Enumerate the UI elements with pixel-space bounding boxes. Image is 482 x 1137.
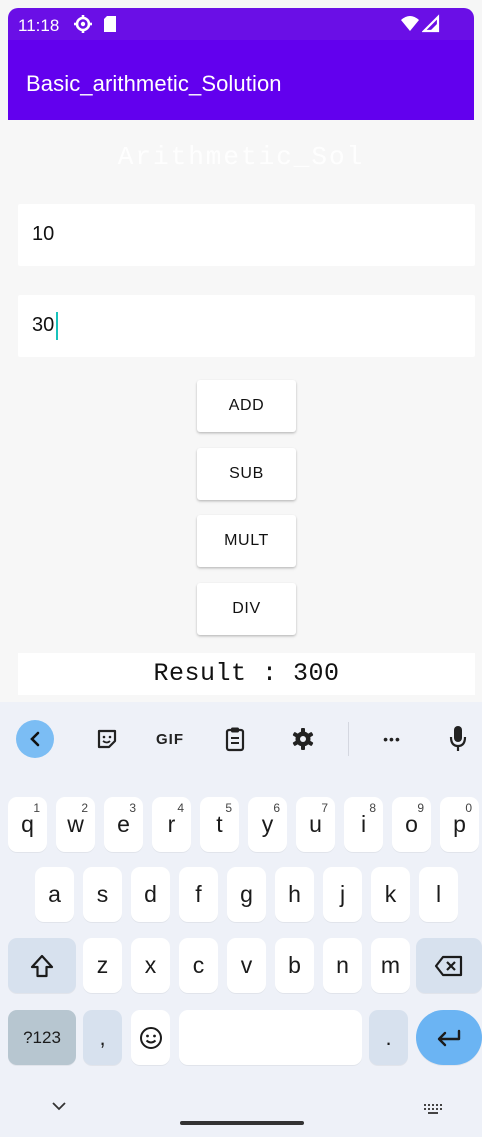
key-label: e xyxy=(117,811,130,837)
hide-keyboard-chevron-icon[interactable] xyxy=(50,1100,68,1112)
key-x[interactable]: x xyxy=(131,938,170,993)
second-number-value: 30 xyxy=(32,314,55,336)
keyboard-switch-icon[interactable] xyxy=(423,1103,445,1115)
status-time: 11:18 xyxy=(18,16,60,35)
key-i[interactable]: i8 xyxy=(344,797,383,852)
key-t[interactable]: t5 xyxy=(200,797,239,852)
more-options-button[interactable]: ••• xyxy=(373,722,411,756)
key-hint: 9 xyxy=(417,801,424,815)
result-text: Result : 300 xyxy=(18,653,475,695)
enter-icon xyxy=(437,1029,461,1046)
sd-card-icon xyxy=(104,16,116,32)
key-l[interactable]: l xyxy=(419,867,458,922)
voice-input-button[interactable] xyxy=(441,722,475,756)
key-w[interactable]: w2 xyxy=(56,797,95,852)
key-hint: 6 xyxy=(273,801,280,815)
key-e[interactable]: e3 xyxy=(104,797,143,852)
key-label: i xyxy=(360,811,367,837)
signal-icon xyxy=(422,14,440,33)
key-q[interactable]: q1 xyxy=(8,797,47,852)
sticker-button[interactable] xyxy=(90,722,124,756)
key-hint: 0 xyxy=(465,801,472,815)
backspace-icon xyxy=(434,955,463,976)
key-j[interactable]: j xyxy=(323,867,362,922)
key-label: w xyxy=(67,811,84,837)
wifi-icon xyxy=(401,16,419,31)
key-y[interactable]: y6 xyxy=(248,797,287,852)
keyboard-settings-button[interactable] xyxy=(286,722,320,756)
key-f[interactable]: f xyxy=(179,867,218,922)
key-m[interactable]: m xyxy=(371,938,410,993)
collapse-toolbar-button[interactable] xyxy=(16,720,54,758)
key-v[interactable]: v xyxy=(227,938,266,993)
key-label: q xyxy=(21,811,34,837)
key-o[interactable]: o9 xyxy=(392,797,431,852)
sub-button[interactable]: SUB xyxy=(197,448,296,500)
key-z[interactable]: z xyxy=(83,938,122,993)
key-hint: 4 xyxy=(177,801,184,815)
shift-icon xyxy=(30,954,54,977)
clipboard-icon xyxy=(225,727,245,752)
mult-button[interactable]: MULT xyxy=(197,515,296,567)
microphone-icon xyxy=(449,726,467,751)
sticker-icon xyxy=(97,729,117,749)
key-k[interactable]: k xyxy=(371,867,410,922)
key-p[interactable]: p0 xyxy=(440,797,479,852)
key-label: o xyxy=(405,811,418,837)
gear-icon xyxy=(292,728,314,750)
main-content: Arithmetic_Sol 10 30 ADD SUB MULT DIV Re… xyxy=(0,120,482,702)
key-hint: 7 xyxy=(321,801,328,815)
key-label: u xyxy=(309,811,322,837)
emoji-key[interactable] xyxy=(131,1010,170,1065)
clipboard-button[interactable] xyxy=(218,722,252,756)
page-heading: Arithmetic_Sol xyxy=(117,142,365,172)
app-bar: Basic_arithmetic_Solution xyxy=(8,40,474,120)
symbols-key[interactable]: ?123 xyxy=(8,1010,76,1065)
gif-button[interactable]: GIF xyxy=(151,722,189,756)
key-h[interactable]: h xyxy=(275,867,314,922)
shift-key[interactable] xyxy=(8,938,76,993)
settings-status-icon xyxy=(74,15,92,33)
key-a[interactable]: a xyxy=(35,867,74,922)
emoji-icon xyxy=(139,1026,162,1049)
key-hint: 5 xyxy=(225,801,232,815)
key-label: p xyxy=(453,811,466,837)
key-d[interactable]: d xyxy=(131,867,170,922)
home-gesture-bar[interactable] xyxy=(180,1121,304,1125)
toolbar-divider xyxy=(348,722,349,756)
chevron-left-icon xyxy=(30,731,40,747)
comma-key[interactable]: , xyxy=(83,1010,122,1065)
first-number-input[interactable]: 10 xyxy=(18,204,475,266)
key-hint: 8 xyxy=(369,801,376,815)
backspace-key[interactable] xyxy=(416,938,482,993)
app-title: Basic_arithmetic_Solution xyxy=(26,71,282,96)
key-s[interactable]: s xyxy=(83,867,122,922)
text-cursor xyxy=(56,312,58,340)
key-b[interactable]: b xyxy=(275,938,314,993)
div-button[interactable]: DIV xyxy=(197,583,296,635)
key-n[interactable]: n xyxy=(323,938,362,993)
status-bar: 11:18 xyxy=(8,8,474,40)
period-key[interactable]: . xyxy=(369,1010,408,1065)
second-number-input[interactable]: 30 xyxy=(18,295,475,357)
key-hint: 1 xyxy=(33,801,40,815)
key-label: t xyxy=(216,811,223,837)
add-button[interactable]: ADD xyxy=(197,380,296,432)
key-u[interactable]: u7 xyxy=(296,797,335,852)
key-r[interactable]: r4 xyxy=(152,797,191,852)
key-hint: 2 xyxy=(81,801,88,815)
enter-key[interactable] xyxy=(416,1010,482,1065)
first-number-value: 10 xyxy=(32,223,55,245)
key-label: r xyxy=(167,811,176,837)
key-g[interactable]: g xyxy=(227,867,266,922)
key-hint: 3 xyxy=(129,801,136,815)
key-c[interactable]: c xyxy=(179,938,218,993)
space-key[interactable] xyxy=(179,1010,362,1065)
key-label: y xyxy=(261,811,274,837)
